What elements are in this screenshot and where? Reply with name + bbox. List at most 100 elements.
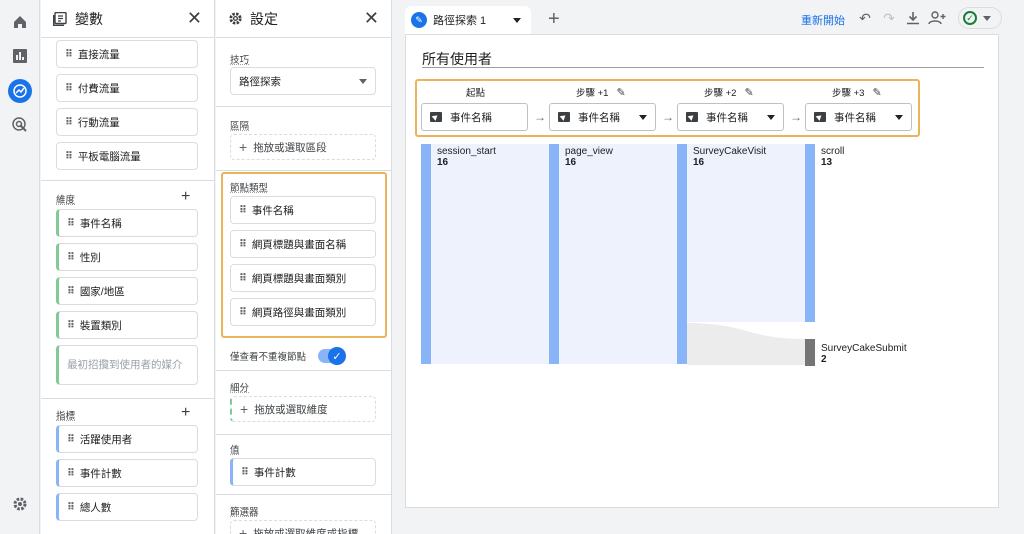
flow-band[interactable]: [687, 144, 805, 322]
drag-handle-icon[interactable]: ⠿: [239, 205, 247, 216]
add-metric-icon[interactable]: +: [181, 405, 190, 421]
metric-chip[interactable]: ⠿ 活躍使用者: [56, 425, 198, 453]
home-icon[interactable]: [8, 10, 32, 34]
node-label[interactable]: SurveyCakeVisit 16: [693, 146, 766, 168]
drag-handle-icon[interactable]: ⠿: [241, 467, 249, 478]
step1-node-type-select[interactable]: 事件名稱: [549, 103, 656, 131]
segment-chip[interactable]: ⠿ 直接流量: [56, 40, 198, 68]
dimension-chip[interactable]: ⠿ 國家/地區: [56, 277, 198, 305]
drag-handle-icon[interactable]: ⠿: [65, 49, 73, 60]
node-type-chip[interactable]: ⠿ 網頁路徑與畫面類別: [230, 298, 376, 326]
segment-title: 所有使用者: [422, 51, 492, 67]
metric-chip[interactable]: ⠿ 事件計數: [56, 459, 198, 487]
node-type-chip-label: 事件名稱: [251, 204, 294, 217]
undo-icon[interactable]: ↶: [856, 9, 874, 27]
segment-chip[interactable]: ⠿ 平板電腦流量: [56, 142, 198, 170]
pencil-icon: ✎: [411, 12, 427, 28]
node-bar[interactable]: [805, 144, 815, 322]
node-type-label: 節點類型: [230, 183, 269, 194]
unique-nodes-label: 僅查看不重複節點: [230, 352, 307, 363]
step2-node-type-select[interactable]: 事件名稱: [677, 103, 784, 131]
metric-label: 總人數: [79, 501, 112, 514]
technique-select[interactable]: 路徑探索: [230, 67, 376, 95]
dimension-chip[interactable]: ⠿ 裝置類別: [56, 311, 198, 339]
node-name: session_start: [437, 146, 496, 157]
flow-band[interactable]: [431, 144, 549, 364]
breakdown-label: 細分: [230, 383, 250, 394]
check-circle-icon: ✓: [963, 11, 977, 25]
settings-icon[interactable]: [8, 492, 32, 516]
chevron-down-icon: [895, 114, 903, 120]
drag-handle-icon[interactable]: ⠿: [239, 273, 247, 284]
redo-icon[interactable]: ↷: [880, 9, 898, 27]
breakdown-drop-label: 拖放或選取維度: [254, 403, 328, 416]
start-node-type-select[interactable]: 事件名稱: [421, 103, 528, 131]
drag-handle-icon[interactable]: ⠿: [239, 239, 247, 250]
node-label[interactable]: SurveyCakeSubmit 2: [821, 343, 907, 365]
reset-button[interactable]: 重新開始: [801, 12, 845, 28]
node-bar[interactable]: [677, 144, 687, 364]
share-user-icon[interactable]: [928, 9, 946, 27]
node-bar[interactable]: [549, 144, 559, 364]
explore-icon[interactable]: [8, 79, 32, 103]
drag-handle-icon[interactable]: ⠿: [67, 320, 75, 331]
drag-handle-icon[interactable]: ⠿: [67, 286, 75, 297]
chevron-down-icon[interactable]: [513, 17, 521, 23]
dimension-chip[interactable]: ⠿ 性別: [56, 243, 198, 271]
segment-drop-zone[interactable]: + 拖放或選取區段: [230, 134, 376, 160]
variables-title: 變數: [75, 10, 103, 27]
add-dimension-icon[interactable]: +: [181, 189, 190, 205]
bar-chart-icon[interactable]: [8, 44, 32, 68]
drag-handle-icon[interactable]: ⠿: [65, 151, 73, 162]
node-label[interactable]: scroll 13: [821, 146, 844, 168]
variables-panel: 變數 ✕ ⠿ 直接流量 ⠿ 付費流量 ⠿ 行動流量 ⠿ 平板電腦流量 維度 + ⠿ 事件名…: [41, 0, 215, 534]
node-label[interactable]: session_start 16: [437, 146, 496, 168]
check-icon: ✓: [328, 347, 346, 365]
pencil-icon[interactable]: ✎: [616, 86, 625, 99]
divider: [41, 180, 214, 181]
breakdown-drop-zone[interactable]: + 拖放或選取維度: [230, 396, 376, 422]
chevron-down-icon: [767, 114, 775, 120]
drag-handle-icon[interactable]: ⠿: [67, 252, 75, 263]
dimension-chip[interactable]: ⠿ 事件名稱: [56, 209, 198, 237]
flow-band-exit[interactable]: [687, 315, 805, 365]
metric-chip[interactable]: ⠿ 總人數: [56, 493, 198, 521]
drag-handle-icon[interactable]: ⠿: [65, 83, 73, 94]
drag-handle-icon[interactable]: ⠿: [239, 307, 247, 318]
drag-handle-icon[interactable]: ⠿: [67, 468, 75, 479]
arrow-right-icon: →: [790, 110, 802, 124]
values-chip[interactable]: ⠿ 事件計數: [230, 458, 376, 486]
segment-chip[interactable]: ⠿ 行動流量: [56, 108, 198, 136]
close-icon[interactable]: ✕: [364, 8, 379, 29]
add-tab-icon[interactable]: +: [548, 8, 560, 31]
node-count: 16: [693, 157, 705, 168]
filters-drop-zone[interactable]: + 拖放或選取維度或指標: [230, 520, 376, 534]
tab-path-exploration[interactable]: ✎ 路徑探索 1: [405, 6, 531, 34]
node-bar-exit[interactable]: [805, 339, 815, 366]
node-type-chip[interactable]: ⠿ 網頁標題與畫面名稱: [230, 230, 376, 258]
node-type-chip[interactable]: ⠿ 網頁標題與畫面類別: [230, 264, 376, 292]
segment-chip[interactable]: ⠿ 付費流量: [56, 74, 198, 102]
drag-handle-icon[interactable]: ⠿: [67, 218, 75, 229]
node-label[interactable]: page_view 16: [565, 146, 613, 168]
download-icon[interactable]: [904, 9, 922, 27]
node-type-chip[interactable]: ⠿ 事件名稱: [230, 196, 376, 224]
chevron-down-icon: [639, 114, 647, 120]
exploration-toolbar: ✎ 路徑探索 1 + 重新開始 ↶ ↷ ✓: [393, 0, 1024, 38]
flow-band[interactable]: [559, 144, 677, 364]
unique-nodes-toggle[interactable]: ✓: [318, 347, 346, 365]
drag-handle-icon[interactable]: ⠿: [67, 502, 75, 513]
filters-label: 篩選器: [230, 507, 259, 518]
drag-handle-icon[interactable]: ⠿: [67, 434, 75, 445]
status-menu[interactable]: ✓: [958, 7, 1002, 29]
step3-node-type-select[interactable]: 事件名稱: [805, 103, 912, 131]
pencil-icon[interactable]: ✎: [872, 86, 881, 99]
close-icon[interactable]: ✕: [187, 8, 202, 29]
pencil-icon[interactable]: ✎: [744, 86, 753, 99]
variables-header: 變數 ✕: [41, 0, 214, 38]
drag-handle-icon[interactable]: ⠿: [65, 117, 73, 128]
settings-header: 設定 ✕: [216, 0, 391, 38]
node-bar[interactable]: [421, 144, 431, 364]
advertising-icon[interactable]: [8, 113, 32, 137]
dimension-placeholder[interactable]: 最初招攬到使用者的媒介: [56, 345, 198, 385]
